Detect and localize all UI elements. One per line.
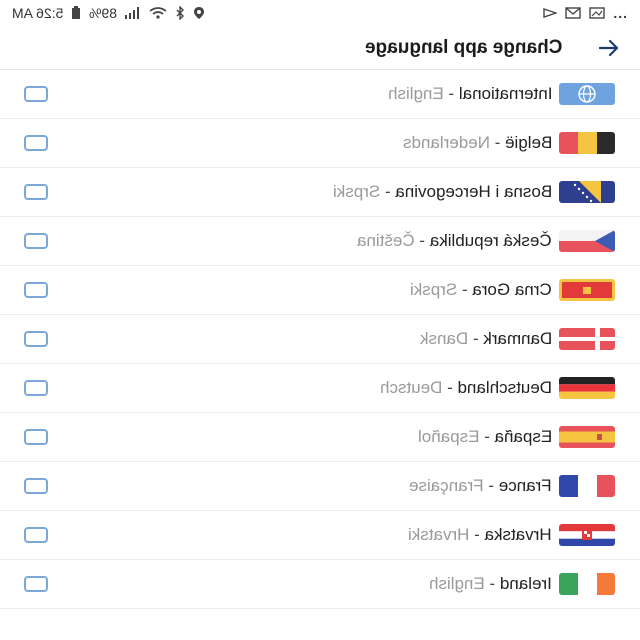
status-bar-right: ... (543, 5, 628, 21)
language-label: France - Française (409, 476, 552, 496)
language-checkbox[interactable] (24, 429, 48, 445)
language-name: Čeština (357, 231, 415, 250)
label-separator: - (467, 329, 484, 348)
bluetooth-icon (175, 6, 185, 20)
flag-icon (559, 377, 615, 399)
country-name: Česká republika (430, 231, 552, 250)
status-bar: 5:26 AM 89% ... (0, 0, 640, 26)
language-row[interactable]: International - English (0, 70, 640, 119)
language-name: Deutsch (380, 378, 443, 397)
battery-percentage: 89% (89, 5, 118, 21)
language-row[interactable]: Deutschland - Deutsch (0, 364, 640, 413)
label-separator: - (484, 574, 501, 593)
language-label: International - English (388, 84, 552, 104)
image-icon (589, 7, 606, 19)
language-label: Deutschland - Deutsch (380, 378, 552, 398)
language-row[interactable]: France - Française (0, 462, 640, 511)
flag-icon (559, 181, 615, 203)
language-name: Nederlands (402, 133, 490, 152)
language-row[interactable]: Crna Gora - Srpski (0, 266, 640, 315)
language-label: España - Español (418, 427, 552, 447)
label-separator: - (443, 84, 459, 103)
language-list: International - English België - Nederlan… (0, 70, 640, 609)
label-separator: - (469, 525, 485, 544)
flag-icon (559, 524, 615, 546)
country-name: International (458, 84, 552, 103)
country-name: Danmark (483, 329, 552, 348)
app-header: Change app language (0, 26, 640, 70)
country-name: Hrvatska (484, 525, 552, 544)
flag-icon (559, 230, 615, 252)
country-name: Bosna i Hercegovina (395, 182, 552, 201)
flag-icon (559, 328, 615, 350)
language-row[interactable]: Česká republika - Čeština (0, 217, 640, 266)
language-name: Srpski (332, 182, 381, 201)
label-separator: - (479, 427, 495, 446)
language-name: Française (409, 476, 484, 495)
globe-icon (559, 83, 615, 105)
country-name: Deutschland (457, 378, 552, 397)
country-name: España (494, 427, 552, 446)
language-label: Ireland - English (429, 574, 552, 594)
language-checkbox[interactable] (24, 576, 48, 592)
language-label: Hrvatska - Hrvatski (408, 525, 552, 545)
language-row[interactable]: Hrvatska - Hrvatski (0, 511, 640, 560)
language-name: Srpski (410, 280, 458, 299)
location-icon (193, 6, 205, 20)
flag-icon (559, 573, 615, 595)
label-separator: - (489, 133, 505, 152)
language-checkbox[interactable] (24, 380, 48, 396)
language-label: Danmark - Dansk (420, 329, 552, 349)
flag-icon (559, 426, 615, 448)
battery-icon (71, 6, 81, 20)
language-name: English (429, 574, 485, 593)
time-text: 5:26 AM (12, 5, 64, 21)
language-checkbox[interactable] (24, 135, 48, 151)
page-title: Change app language (364, 36, 562, 58)
country-name: Ireland (500, 574, 552, 593)
label-separator: - (457, 280, 473, 299)
label-separator: - (414, 231, 431, 250)
flag-icon (559, 132, 615, 154)
language-row[interactable]: België - Nederlands (0, 119, 640, 168)
label-separator: - (442, 378, 458, 397)
language-row[interactable]: España - Español (0, 413, 640, 462)
flag-icon (559, 279, 615, 301)
label-separator: - (483, 476, 500, 495)
language-label: Bosna i Hercegovina - Srpski (333, 182, 552, 202)
wifi-icon (149, 7, 167, 19)
language-name: Hrvatski (408, 525, 470, 544)
language-checkbox[interactable] (24, 527, 48, 543)
back-arrow-icon[interactable] (596, 36, 620, 60)
signal-icon (125, 7, 141, 19)
language-label: Česká republika - Čeština (357, 231, 552, 251)
language-row[interactable]: Danmark - Dansk (0, 315, 640, 364)
country-name: France (499, 476, 552, 495)
mail-icon (565, 7, 582, 19)
language-checkbox[interactable] (24, 233, 48, 249)
language-row[interactable]: Ireland - English (0, 560, 640, 609)
more-dots: ... (613, 5, 628, 21)
label-separator: - (380, 182, 396, 201)
language-checkbox[interactable] (24, 86, 48, 102)
notification-icon (543, 7, 558, 19)
language-checkbox[interactable] (24, 478, 48, 494)
language-name: Español (417, 427, 480, 446)
language-checkbox[interactable] (24, 184, 48, 200)
status-bar-left: 5:26 AM 89% (12, 5, 205, 21)
language-name: Dansk (419, 329, 468, 348)
flag-icon (559, 475, 615, 497)
language-label: Crna Gora - Srpski (410, 280, 552, 300)
country-name: België (504, 133, 552, 152)
language-name: English (387, 84, 444, 103)
country-name: Crna Gora (472, 280, 552, 299)
language-label: België - Nederlands (403, 133, 552, 153)
language-row[interactable]: Bosna i Hercegovina - Srpski (0, 168, 640, 217)
language-checkbox[interactable] (24, 331, 48, 347)
language-checkbox[interactable] (24, 282, 48, 298)
